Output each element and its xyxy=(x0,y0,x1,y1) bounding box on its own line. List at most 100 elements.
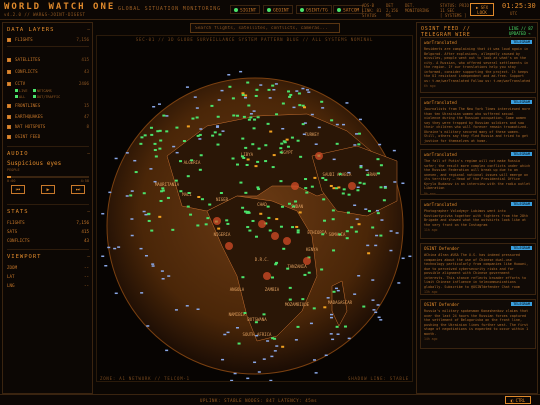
flight-marker[interactable] xyxy=(268,229,272,232)
flight-marker[interactable] xyxy=(302,106,306,109)
flight-marker[interactable] xyxy=(190,159,194,162)
flight-marker[interactable] xyxy=(159,139,163,142)
satellite-marker[interactable] xyxy=(281,127,285,130)
flight-marker[interactable] xyxy=(275,113,279,116)
flight-marker[interactable] xyxy=(251,219,255,222)
layer-frontlines[interactable]: FRONTLINES 15 xyxy=(7,103,89,110)
satellite-marker[interactable] xyxy=(144,255,148,257)
flight-marker[interactable] xyxy=(243,210,247,213)
satellite-marker[interactable] xyxy=(104,264,108,267)
satellite-marker[interactable] xyxy=(312,359,316,361)
conflict-marker[interactable] xyxy=(303,257,311,265)
flight-marker[interactable] xyxy=(345,230,349,233)
sfx-button[interactable]: ▶ SFX LOCK xyxy=(470,3,494,16)
flight-marker[interactable] xyxy=(271,84,275,87)
satellite-marker[interactable] xyxy=(257,371,261,373)
flight-marker[interactable] xyxy=(280,142,284,145)
satellite-marker[interactable] xyxy=(353,204,357,207)
flight-marker[interactable] xyxy=(165,130,169,133)
flight-marker[interactable] xyxy=(149,126,153,129)
satellite-marker[interactable] xyxy=(199,128,203,130)
feed-post[interactable]: OSINT Defender TELEGRAM Russia's military … xyxy=(420,299,536,349)
flight-marker[interactable] xyxy=(324,178,328,181)
flight-marker[interactable] xyxy=(216,115,220,118)
satellite-marker[interactable] xyxy=(167,275,171,277)
flight-marker[interactable] xyxy=(196,224,200,227)
satellite-marker[interactable] xyxy=(215,126,219,128)
flight-marker[interactable] xyxy=(226,222,230,225)
satellite-marker[interactable] xyxy=(125,195,129,197)
flight-marker[interactable] xyxy=(279,180,283,183)
flight-marker[interactable] xyxy=(158,215,162,218)
flight-marker[interactable] xyxy=(376,158,380,161)
satellite-marker[interactable] xyxy=(324,354,328,357)
flight-marker[interactable] xyxy=(285,138,289,141)
satellite-marker[interactable] xyxy=(347,171,351,174)
flight-marker[interactable] xyxy=(191,117,195,120)
satellite-marker[interactable] xyxy=(226,331,230,334)
satellite-marker[interactable] xyxy=(270,355,274,358)
flight-marker[interactable] xyxy=(280,205,284,208)
flight-marker[interactable] xyxy=(254,165,258,168)
flight-marker[interactable] xyxy=(357,132,361,135)
satellite-marker[interactable] xyxy=(139,247,143,250)
satellite-marker[interactable] xyxy=(302,133,306,136)
satellite-marker[interactable] xyxy=(379,319,383,321)
flight-marker[interactable] xyxy=(329,184,333,187)
flight-marker[interactable] xyxy=(200,198,204,201)
satellite-marker[interactable] xyxy=(185,305,189,307)
satellite-marker[interactable] xyxy=(345,102,349,104)
flight-marker[interactable] xyxy=(179,160,183,163)
flight-marker[interactable] xyxy=(332,249,336,252)
flight-marker[interactable] xyxy=(175,126,179,129)
flight-marker[interactable] xyxy=(296,231,300,234)
satellite-marker[interactable] xyxy=(332,158,336,161)
flight-marker[interactable] xyxy=(322,198,326,201)
satellite-marker[interactable] xyxy=(378,143,382,146)
flight-marker[interactable] xyxy=(264,144,268,147)
checkbox[interactable] xyxy=(7,104,11,108)
flight-marker[interactable] xyxy=(199,154,203,157)
flight-marker[interactable] xyxy=(338,173,342,176)
flight-marker[interactable] xyxy=(217,227,221,230)
satellite-marker[interactable] xyxy=(259,84,263,86)
satellite-marker[interactable] xyxy=(309,322,313,325)
flight-marker[interactable] xyxy=(256,160,260,163)
satellite-marker[interactable] xyxy=(152,106,156,108)
flight-marker[interactable] xyxy=(296,229,300,232)
flight-marker[interactable] xyxy=(195,116,199,119)
flight-marker[interactable] xyxy=(161,189,165,192)
flight-marker[interactable] xyxy=(189,213,193,216)
flight-marker[interactable] xyxy=(367,210,371,213)
flight-marker[interactable] xyxy=(218,133,222,136)
satellite-marker[interactable] xyxy=(161,278,165,280)
satellite-marker[interactable] xyxy=(355,218,359,220)
satellite-marker[interactable] xyxy=(366,244,370,247)
satellite-marker[interactable] xyxy=(274,83,278,85)
flight-marker[interactable] xyxy=(134,171,138,174)
flight-marker[interactable] xyxy=(247,211,251,214)
satellite-marker[interactable] xyxy=(359,165,363,167)
flight-marker[interactable] xyxy=(379,164,383,167)
satellite-marker[interactable] xyxy=(151,263,155,265)
feed-post[interactable]: warTranslated TELEGRAM The fall of Putin's… xyxy=(420,149,536,195)
flight-marker[interactable] xyxy=(147,213,151,216)
satellite-marker[interactable] xyxy=(142,210,146,213)
layer-cctv[interactable]: CCTV 2406 xyxy=(7,81,89,88)
satellite-marker[interactable] xyxy=(355,133,359,135)
flight-marker[interactable] xyxy=(246,226,250,229)
satellite-marker[interactable] xyxy=(331,338,335,341)
satellite-marker[interactable] xyxy=(397,282,401,284)
satellite-marker[interactable] xyxy=(160,270,164,272)
conflict-marker[interactable] xyxy=(258,220,266,228)
flight-marker[interactable] xyxy=(347,193,351,196)
flight-marker[interactable] xyxy=(143,134,147,137)
flight-marker[interactable] xyxy=(147,219,151,222)
flight-marker[interactable] xyxy=(244,191,248,194)
flight-marker[interactable] xyxy=(357,143,361,146)
satellite-marker[interactable] xyxy=(130,218,134,220)
flight-marker[interactable] xyxy=(154,155,158,158)
satellite-marker[interactable] xyxy=(295,90,299,92)
checkbox[interactable] xyxy=(7,82,11,86)
flight-marker[interactable] xyxy=(249,116,253,119)
